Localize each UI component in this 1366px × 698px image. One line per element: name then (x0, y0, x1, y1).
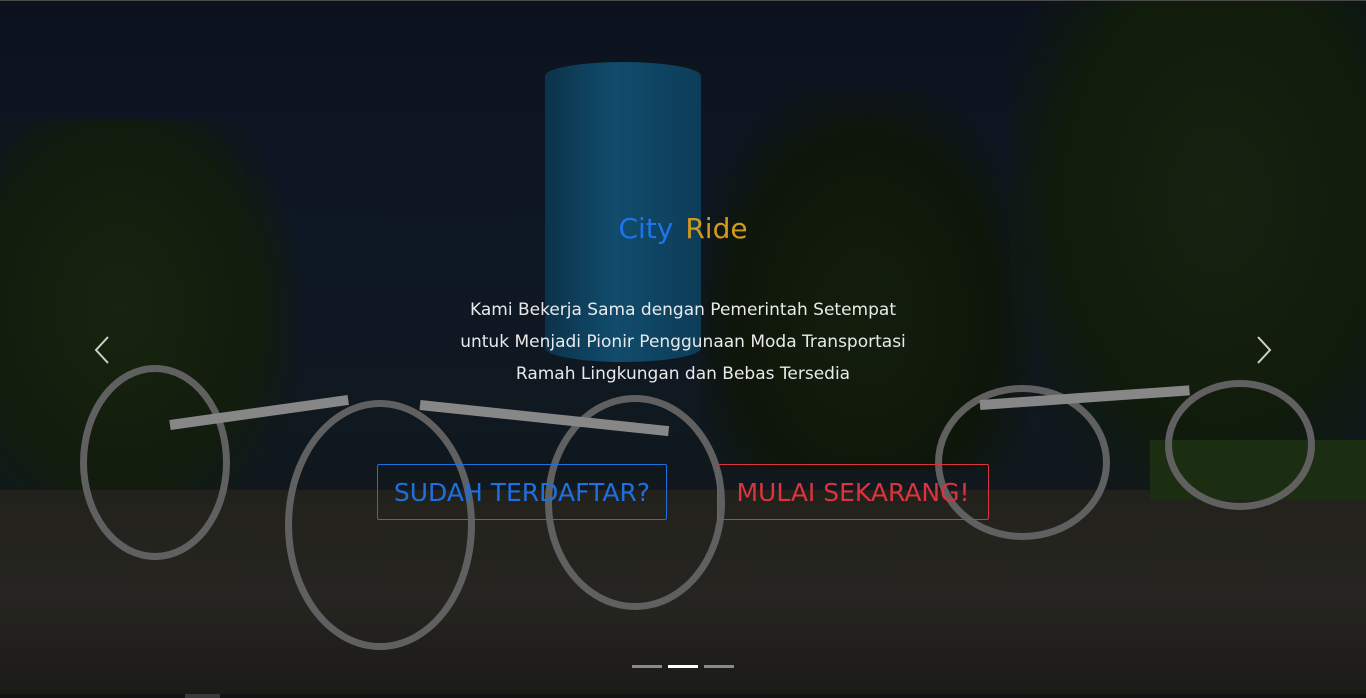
scrollbar-thumb[interactable] (185, 694, 220, 698)
brand-title-city: City (618, 212, 674, 245)
carousel-next-button[interactable] (1244, 330, 1284, 370)
hero-description-line: Kami Bekerja Sama dengan Pemerintah Sete… (470, 300, 896, 320)
already-registered-button[interactable]: SUDAH TERDAFTAR? (377, 464, 667, 520)
carousel-indicators (632, 665, 734, 668)
hero-description: Kami Bekerja Sama dengan Pemerintah Sete… (433, 294, 933, 390)
carousel-indicator[interactable] (632, 665, 662, 668)
carousel-indicator-active[interactable] (668, 665, 698, 668)
hero-description-line: untuk Menjadi Pionir Penggunaan Moda Tra… (460, 332, 906, 352)
hero-caption: City Ride Kami Bekerja Sama dengan Pemeri… (0, 0, 1366, 698)
start-now-button[interactable]: MULAI SEKARANG! (717, 464, 989, 520)
hero-description-line: Ramah Lingkungan dan Bebas Tersedia (515, 364, 851, 384)
chevron-left-icon (94, 336, 109, 364)
carousel-prev-button[interactable] (82, 330, 122, 370)
carousel-indicator[interactable] (704, 665, 734, 668)
brand-title-ride: Ride (685, 212, 748, 245)
chevron-right-icon (1257, 336, 1272, 364)
brand-title: City Ride (0, 212, 1366, 245)
hero-carousel: City Ride Kami Bekerja Sama dengan Pemeri… (0, 0, 1366, 698)
